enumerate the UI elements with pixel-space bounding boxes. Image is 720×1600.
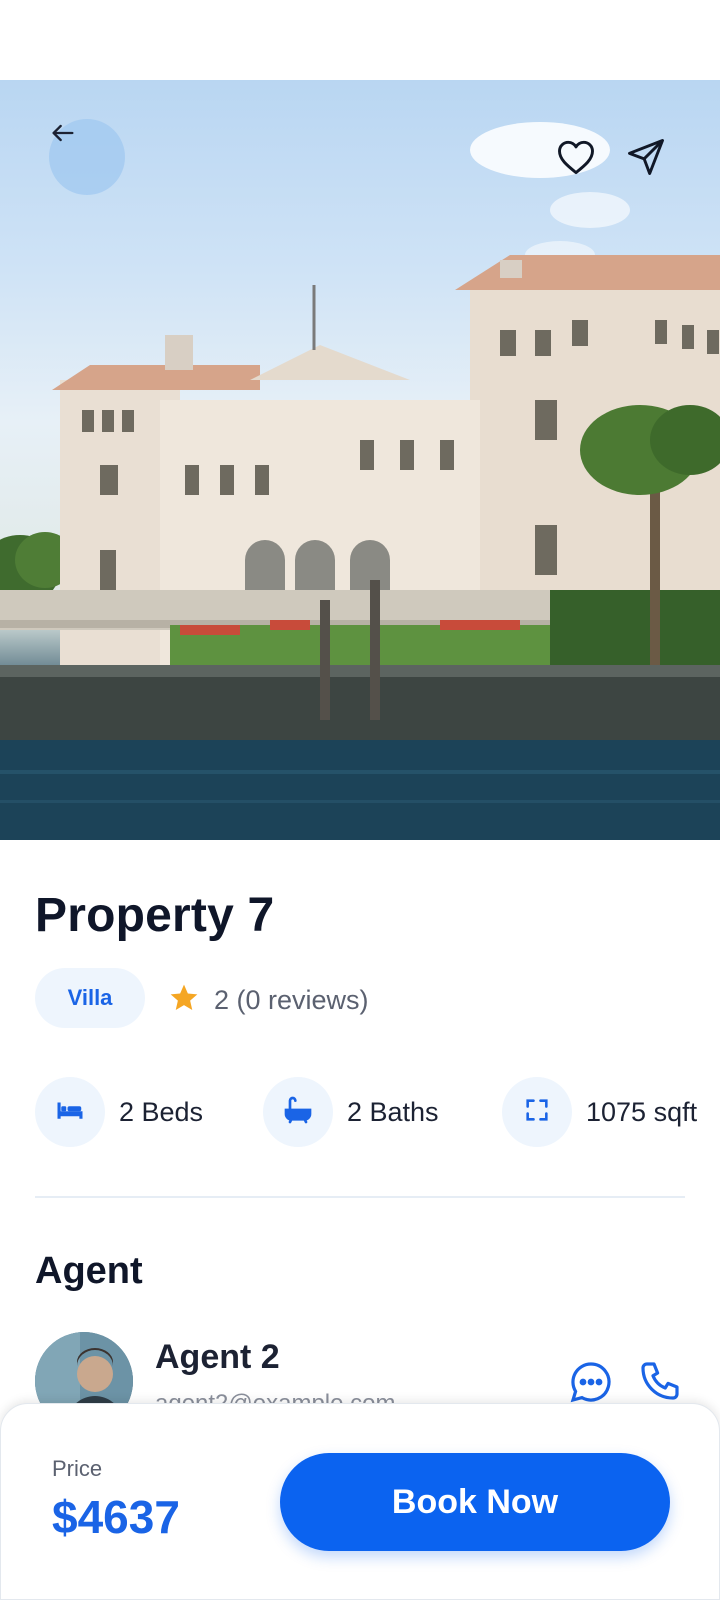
divider <box>35 1196 685 1198</box>
message-agent-button[interactable] <box>567 1358 615 1406</box>
rating: 2 (0 reviews) <box>168 982 369 1019</box>
star-icon <box>168 982 200 1019</box>
feature-beds: 2 Beds <box>35 1077 203 1147</box>
call-agent-button[interactable] <box>637 1358 685 1406</box>
property-title: Property 7 <box>35 889 275 942</box>
agent-name: Agent 2 <box>155 1338 280 1376</box>
price-value: $4637 <box>52 1491 180 1543</box>
property-features: 2 Beds 2 Baths 1075 sqft <box>35 1077 720 1147</box>
share-button[interactable] <box>624 135 672 183</box>
status-bar-area <box>0 0 720 80</box>
feature-baths-label: 2 Baths <box>347 1096 439 1127</box>
property-type-label: Villa <box>67 985 113 1010</box>
back-button[interactable] <box>49 119 125 195</box>
property-type-badge: Villa <box>35 968 145 1028</box>
area-expand-icon <box>523 1096 551 1129</box>
booking-bar: Price $4637 Book Now <box>0 1403 720 1600</box>
feature-beds-label: 2 Beds <box>119 1096 204 1127</box>
favorite-button[interactable] <box>554 135 602 183</box>
agent-section-title: Agent <box>35 1250 143 1292</box>
villa-illustration <box>0 122 720 840</box>
book-now-button[interactable]: Book Now <box>280 1453 670 1551</box>
feature-baths: 2 Baths <box>263 1077 439 1147</box>
property-photo <box>0 80 720 840</box>
price-label: Price <box>52 1456 103 1481</box>
feature-area-label: 1075 sqft <box>586 1096 698 1127</box>
bed-icon <box>55 1095 85 1130</box>
rating-text: 2 (0 reviews) <box>214 985 369 1015</box>
bath-icon <box>282 1094 314 1131</box>
feature-area: 1075 sqft <box>502 1077 697 1147</box>
